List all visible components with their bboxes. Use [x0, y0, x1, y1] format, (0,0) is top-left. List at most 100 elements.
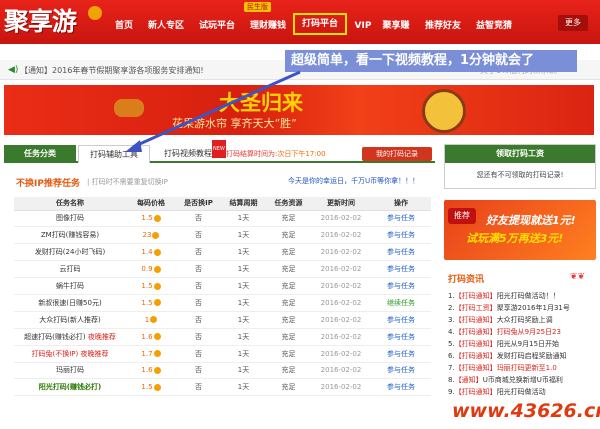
tab-video-tutorial[interactable]: 打码视频教程 NEW: [152, 140, 226, 163]
task-name-text: 大众打码(新人推荐): [39, 315, 101, 324]
banner-subline: 花果游水帘 享齐天大“胜”: [172, 117, 297, 130]
coin-icon: [150, 316, 158, 324]
news-item[interactable]: 3.【打码通知】大众打码奖励上调: [444, 314, 596, 326]
task-action-link[interactable]: 继续任务: [371, 294, 431, 312]
task-action-link[interactable]: 参与任务: [371, 260, 431, 279]
task-cycle: 1天: [221, 311, 266, 329]
task-name[interactable]: 发财打码(24小时飞码): [14, 243, 126, 262]
task-ip: 否: [176, 260, 221, 279]
coin-icon: [153, 265, 161, 273]
salary-panel: 领取打码工资 您还有不可领取的打码记录!: [444, 144, 596, 189]
task-name-text: 玛丽打码: [56, 366, 84, 375]
news-item[interactable]: 8.【通知】U币商城兑换新增U币福利: [444, 374, 596, 386]
more-menu-button[interactable]: 更多: [558, 15, 588, 31]
table-header-row: 任务名称 每码价格 是否换IP 结算周期 任务资源 更新时间 操作: [14, 197, 431, 211]
task-resource: 充足: [266, 260, 311, 279]
news-item[interactable]: 6.【打码通知】发财打码启程奖励通知: [444, 350, 596, 362]
nav-badge: 民生版: [244, 2, 271, 12]
task-price: 1.7: [126, 345, 176, 363]
task-name[interactable]: 蜗牛打码: [14, 277, 126, 295]
news-index: 5.: [448, 340, 455, 348]
task-name[interactable]: 新叔很速(日赚50元): [14, 294, 126, 312]
nav-trial[interactable]: 试玩平台: [195, 18, 239, 34]
task-price: 1.5: [126, 277, 176, 295]
task-name[interactable]: 超速打码(赚钱必打) 夜晚推荐: [14, 328, 126, 346]
news-item[interactable]: 5.【打码通知】阳光从9月15日开始: [444, 338, 596, 350]
coin-icon: [153, 214, 161, 222]
news-text: 阳光打码做活动: [496, 388, 546, 396]
nav-quiz[interactable]: 益智竞猜: [472, 18, 516, 34]
task-action-link[interactable]: 参与任务: [371, 378, 431, 397]
coin-icon: [153, 383, 161, 391]
lucky-link[interactable]: 今天是你的幸运日，千万U币等你拿！！！: [288, 176, 419, 186]
col-header-name: 任务名称: [14, 197, 126, 211]
task-resource: 充足: [266, 311, 311, 329]
task-date: 2016-02-02: [311, 362, 371, 380]
nav-finance[interactable]: 理财赚钱: [245, 18, 291, 34]
task-action-link[interactable]: 参与任务: [371, 226, 431, 245]
task-name[interactable]: 大众打码(新人推荐): [14, 311, 126, 329]
task-cycle: 1天: [221, 294, 266, 312]
task-cycle: 1天: [221, 277, 266, 295]
task-price-text: 1.5: [141, 298, 153, 307]
task-price: 1: [126, 311, 176, 329]
task-name[interactable]: ZM打码(赚钱容易): [14, 226, 126, 245]
task-name[interactable]: 阳光打码(赚钱必打): [14, 378, 126, 397]
task-name-text: ZM打码(赚钱容易): [40, 231, 100, 240]
task-price-text: 1.4: [141, 248, 153, 257]
task-date: 2016-02-02: [311, 311, 371, 329]
task-name[interactable]: 云打码: [14, 260, 126, 279]
col-header-ip: 是否换IP: [176, 197, 221, 211]
task-cycle: 1天: [221, 210, 266, 228]
task-action-link[interactable]: 参与任务: [371, 210, 431, 228]
news-tag: 【打码通知】: [454, 352, 497, 360]
nav-captcha-platform[interactable]: 打码平台: [293, 13, 347, 35]
tab-task-category[interactable]: 任务分类: [4, 145, 76, 163]
task-ip: 否: [176, 362, 221, 380]
task-name[interactable]: 玛丽打码: [14, 362, 126, 380]
col-header-op: 操作: [371, 197, 431, 211]
news-item[interactable]: 4.【打码通知】打码兔从9月25日23: [444, 326, 596, 338]
news-item[interactable]: 1.【打码通知】阳光打码做活动！！: [444, 290, 596, 302]
task-name-text: 图像打码: [56, 214, 84, 223]
notice-text[interactable]: 【通知】2016年春节假期聚享游各项服务安排通知!: [20, 65, 204, 76]
task-action-link[interactable]: 参与任务: [371, 243, 431, 262]
news-item[interactable]: 7.【打码通知】玛丽打码更新至1.0: [444, 362, 596, 374]
task-action-link[interactable]: 参与任务: [371, 311, 431, 329]
news-tag: 【打码通知】: [454, 340, 497, 348]
tab-captcha-tools[interactable]: 打码辅助工具: [78, 145, 150, 163]
logo-decoration: [88, 6, 102, 20]
task-resource: 充足: [266, 210, 311, 228]
news-text: 玛丽打码更新至1.0: [496, 364, 557, 372]
task-action-link[interactable]: 参与任务: [371, 345, 431, 363]
site-logo[interactable]: 聚享游: [4, 2, 77, 38]
nav-juxiangzhuan[interactable]: 聚享赚: [378, 18, 414, 34]
referral-ad[interactable]: 推荐 好友提现就送1元! 试玩满5万再送3元!: [444, 200, 596, 260]
task-action-link[interactable]: 参与任务: [371, 328, 431, 346]
promo-banner[interactable]: 大圣归来 花果游水帘 享齐天大“胜”: [4, 85, 594, 135]
task-price: 23: [126, 226, 176, 245]
col-header-price: 每码价格: [126, 197, 176, 211]
news-item[interactable]: 9.【打码通知】阳光打码做活动: [444, 386, 596, 398]
table-row: 大众打码(新人推荐) 1 否 1天 充足 2016-02-02 参与任务: [14, 311, 431, 329]
coin-icon: [153, 366, 161, 374]
news-tag: 【通知】: [454, 376, 483, 384]
task-action-link[interactable]: 参与任务: [371, 277, 431, 295]
table-row: 云打码 0.9 否 1天 充足 2016-02-02 参与任务: [14, 260, 431, 279]
news-title: 打码资讯: [448, 275, 485, 285]
task-price-text: 1.6: [141, 366, 153, 375]
task-name[interactable]: 打码兔(不换IP) 夜晚推荐: [14, 345, 126, 363]
news-item[interactable]: 2.【打码工资】聚享游2016年1月31号: [444, 302, 596, 314]
nav-refer[interactable]: 推荐好友: [421, 18, 465, 34]
speaker-icon: ◀): [8, 65, 19, 75]
task-cycle: 1天: [221, 243, 266, 262]
task-name[interactable]: 图像打码: [14, 210, 126, 228]
nav-vip[interactable]: VIP: [352, 18, 374, 34]
nav-home[interactable]: 首页: [111, 18, 137, 34]
my-records-button[interactable]: 我的打码记录: [362, 147, 432, 161]
nav-newbie[interactable]: 新人专区: [143, 18, 189, 34]
salary-panel-body: 您还有不可领取的打码记录!: [476, 171, 564, 179]
task-action-link[interactable]: 参与任务: [371, 362, 431, 380]
coin-icon: [153, 333, 161, 341]
task-cycle: 1天: [221, 328, 266, 346]
